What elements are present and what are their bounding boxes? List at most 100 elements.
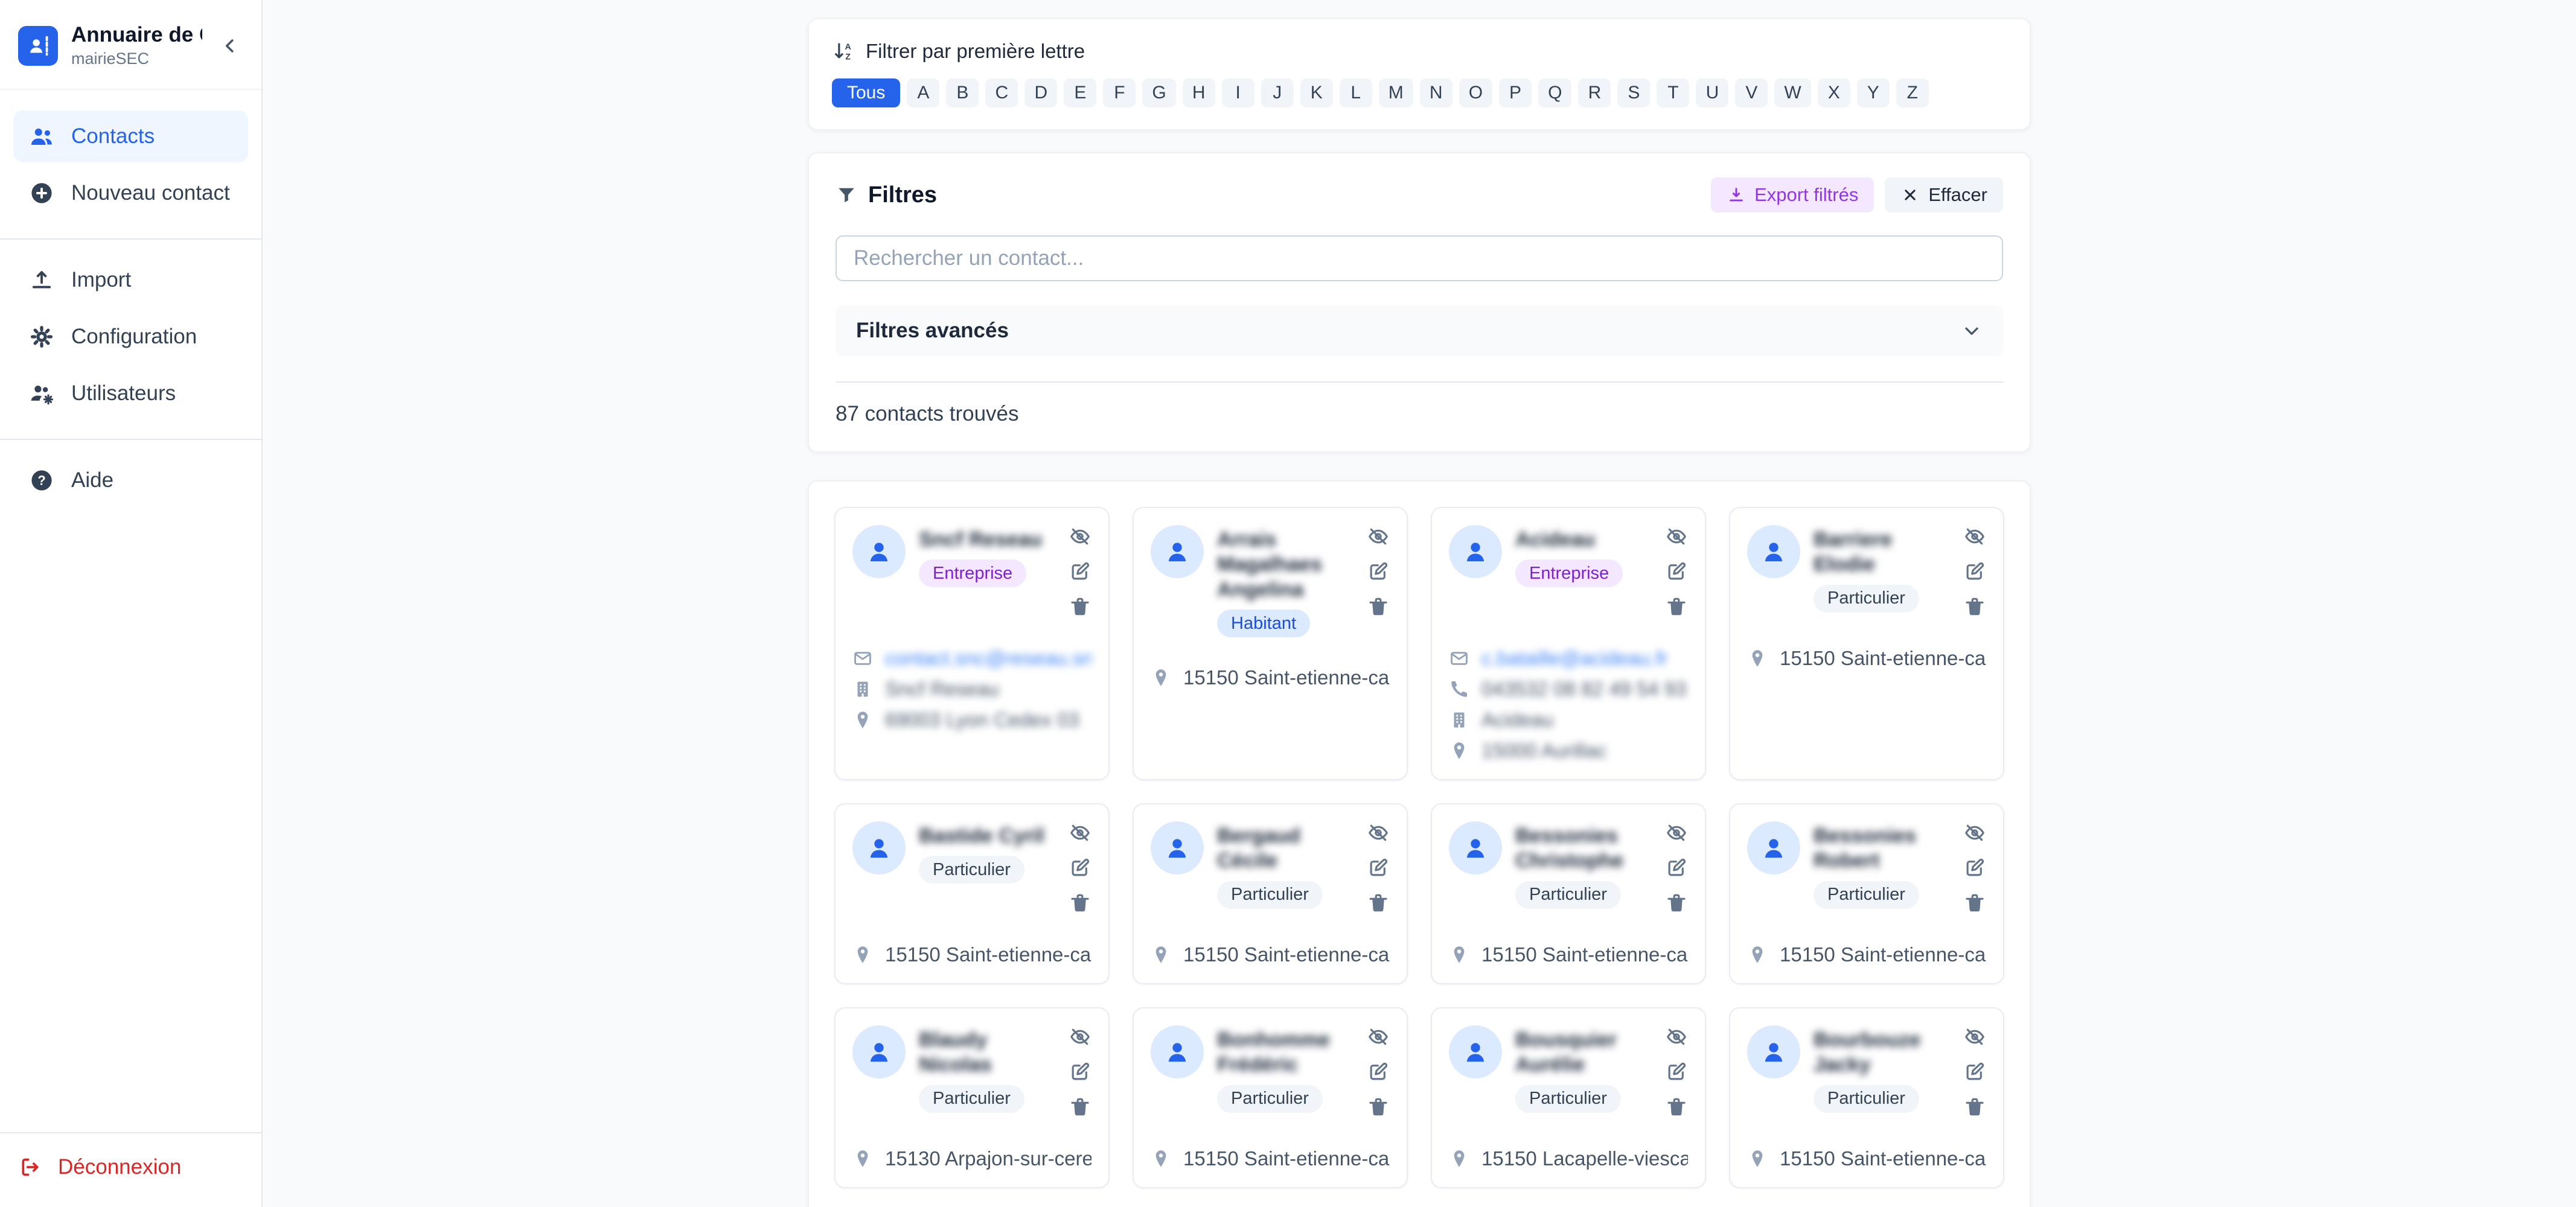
contact-detail-text: 15150 Saint-etienne-cantales: [1780, 1147, 1986, 1170]
letter-filter-x[interactable]: X: [1818, 78, 1850, 107]
delete-contact-button[interactable]: [1069, 891, 1091, 914]
letter-filter-p[interactable]: P: [1499, 78, 1532, 107]
letter-filter-w[interactable]: W: [1774, 78, 1811, 107]
hide-contact-button[interactable]: [1665, 1025, 1688, 1048]
contact-detail-pin: 15150 Saint-etienne-cantales: [1449, 943, 1688, 966]
letter-filter-z[interactable]: Z: [1896, 78, 1929, 107]
edit-contact-button[interactable]: [1069, 560, 1091, 583]
letter-filter-t[interactable]: T: [1657, 78, 1689, 107]
hide-contact-button[interactable]: [1963, 821, 1986, 844]
contact-type-badge: Particulier: [1814, 881, 1919, 909]
letter-filter-tous[interactable]: Tous: [832, 78, 900, 107]
letter-filter-j[interactable]: J: [1261, 78, 1294, 107]
delete-contact-button[interactable]: [1069, 595, 1091, 618]
letter-filter-r[interactable]: R: [1578, 78, 1611, 107]
sidebar-item-nouveau-contact[interactable]: Nouveau contact: [13, 167, 248, 219]
contact-detail-phone: 043532 08 82 49 54 93: [1449, 678, 1688, 701]
delete-contact-button[interactable]: [1963, 595, 1986, 618]
hide-contact-button[interactable]: [1069, 1025, 1091, 1048]
letter-filter-u[interactable]: U: [1696, 78, 1728, 107]
edit-contact-button[interactable]: [1367, 560, 1390, 583]
delete-contact-button[interactable]: [1069, 1095, 1091, 1118]
edit-icon: [1665, 1060, 1688, 1083]
edit-contact-button[interactable]: [1069, 856, 1091, 879]
letter-filter-c[interactable]: C: [985, 78, 1018, 107]
eye-off-icon: [1069, 525, 1091, 548]
edit-contact-button[interactable]: [1367, 856, 1390, 879]
delete-contact-button[interactable]: [1963, 891, 1986, 914]
contact-card-details: 15150 Saint-etienne-cantales: [1747, 1147, 1986, 1170]
letter-filter-k[interactable]: K: [1300, 78, 1333, 107]
sidebar-item-contacts[interactable]: Contacts: [13, 110, 248, 162]
sidebar-item-utilisateurs[interactable]: Utilisateurs: [13, 368, 248, 419]
hide-contact-button[interactable]: [1665, 821, 1688, 844]
edit-contact-button[interactable]: [1665, 856, 1688, 879]
edit-contact-button[interactable]: [1665, 560, 1688, 583]
pin-icon: [1449, 740, 1469, 761]
sidebar-item-configuration[interactable]: Configuration: [13, 311, 248, 363]
edit-contact-button[interactable]: [1665, 1060, 1688, 1083]
download-icon: [1727, 185, 1746, 205]
hide-contact-button[interactable]: [1963, 525, 1986, 548]
letter-filter-v[interactable]: V: [1735, 78, 1768, 107]
letter-filter-a[interactable]: A: [907, 78, 939, 107]
advanced-filters-toggle[interactable]: Filtres avancés: [836, 305, 2003, 356]
sidebar-collapse-button[interactable]: [216, 31, 244, 60]
letter-filter-q[interactable]: Q: [1538, 78, 1571, 107]
search-input[interactable]: [836, 235, 2003, 281]
edit-contact-button[interactable]: [1963, 560, 1986, 583]
letter-filter-g[interactable]: G: [1142, 78, 1175, 107]
hide-contact-button[interactable]: [1069, 821, 1091, 844]
results-count: 87 contacts trouvés: [836, 402, 2003, 426]
content-column: AZ Filtrer par première lettre TousABCDE…: [808, 18, 2031, 1207]
hide-contact-button[interactable]: [1069, 525, 1091, 548]
letter-filter-n[interactable]: N: [1420, 78, 1453, 107]
delete-contact-button[interactable]: [1665, 891, 1688, 914]
letter-filter-d[interactable]: D: [1024, 78, 1057, 107]
contact-type-badge: Particulier: [1515, 881, 1621, 909]
contact-identity: Bastide CyrilParticulier: [919, 821, 1055, 914]
edit-contact-button[interactable]: [1963, 856, 1986, 879]
hide-contact-button[interactable]: [1665, 525, 1688, 548]
letter-filter-f[interactable]: F: [1103, 78, 1136, 107]
letter-filter-h[interactable]: H: [1183, 78, 1215, 107]
contact-detail-building: Acideau: [1449, 709, 1688, 731]
edit-contact-button[interactable]: [1069, 1060, 1091, 1083]
logout-button[interactable]: Déconnexion: [18, 1155, 181, 1179]
sidebar-item-import[interactable]: Import: [13, 254, 248, 306]
delete-contact-button[interactable]: [1963, 1095, 1986, 1118]
delete-contact-button[interactable]: [1665, 595, 1688, 618]
eye-off-icon: [1367, 525, 1390, 548]
letter-filter-o[interactable]: O: [1459, 78, 1492, 107]
trash-icon: [1963, 891, 1986, 914]
letter-filter-i[interactable]: I: [1222, 78, 1254, 107]
letter-filter-y[interactable]: Y: [1857, 78, 1890, 107]
letter-filter-m[interactable]: M: [1379, 78, 1413, 107]
edit-contact-button[interactable]: [1963, 1060, 1986, 1083]
delete-contact-button[interactable]: [1665, 1095, 1688, 1118]
contact-identity: Blaudy Nicolas Particulier: [919, 1025, 1055, 1118]
edit-contact-button[interactable]: [1367, 1060, 1390, 1083]
hide-contact-button[interactable]: [1367, 821, 1390, 844]
svg-text:?: ?: [37, 473, 45, 488]
letter-filter-e[interactable]: E: [1064, 78, 1096, 107]
hide-contact-button[interactable]: [1963, 1025, 1986, 1048]
contact-detail-text[interactable]: c.bataille@acideau.fr: [1481, 647, 1668, 670]
hide-contact-button[interactable]: [1367, 1025, 1390, 1048]
letter-filter-l[interactable]: L: [1340, 78, 1372, 107]
delete-contact-button[interactable]: [1367, 891, 1390, 914]
clear-filters-button[interactable]: Effacer: [1885, 177, 2003, 212]
divider: [0, 439, 261, 440]
chevron-left-icon: [219, 35, 241, 57]
contact-name: Blaudy Nicolas: [919, 1028, 1055, 1078]
hide-contact-button[interactable]: [1367, 525, 1390, 548]
letter-filter-s[interactable]: S: [1617, 78, 1650, 107]
contact-detail-text[interactable]: contact.snc@reseau.sncf.fr: [885, 647, 1091, 670]
delete-contact-button[interactable]: [1367, 595, 1390, 618]
sidebar-item-aide[interactable]: ?Aide: [13, 454, 248, 506]
delete-contact-button[interactable]: [1367, 1095, 1390, 1118]
contact-type-badge: Particulier: [919, 1085, 1024, 1113]
upload-icon: [29, 267, 54, 293]
letter-filter-b[interactable]: B: [946, 78, 979, 107]
export-filtered-button[interactable]: Export filtrés: [1711, 177, 1874, 212]
